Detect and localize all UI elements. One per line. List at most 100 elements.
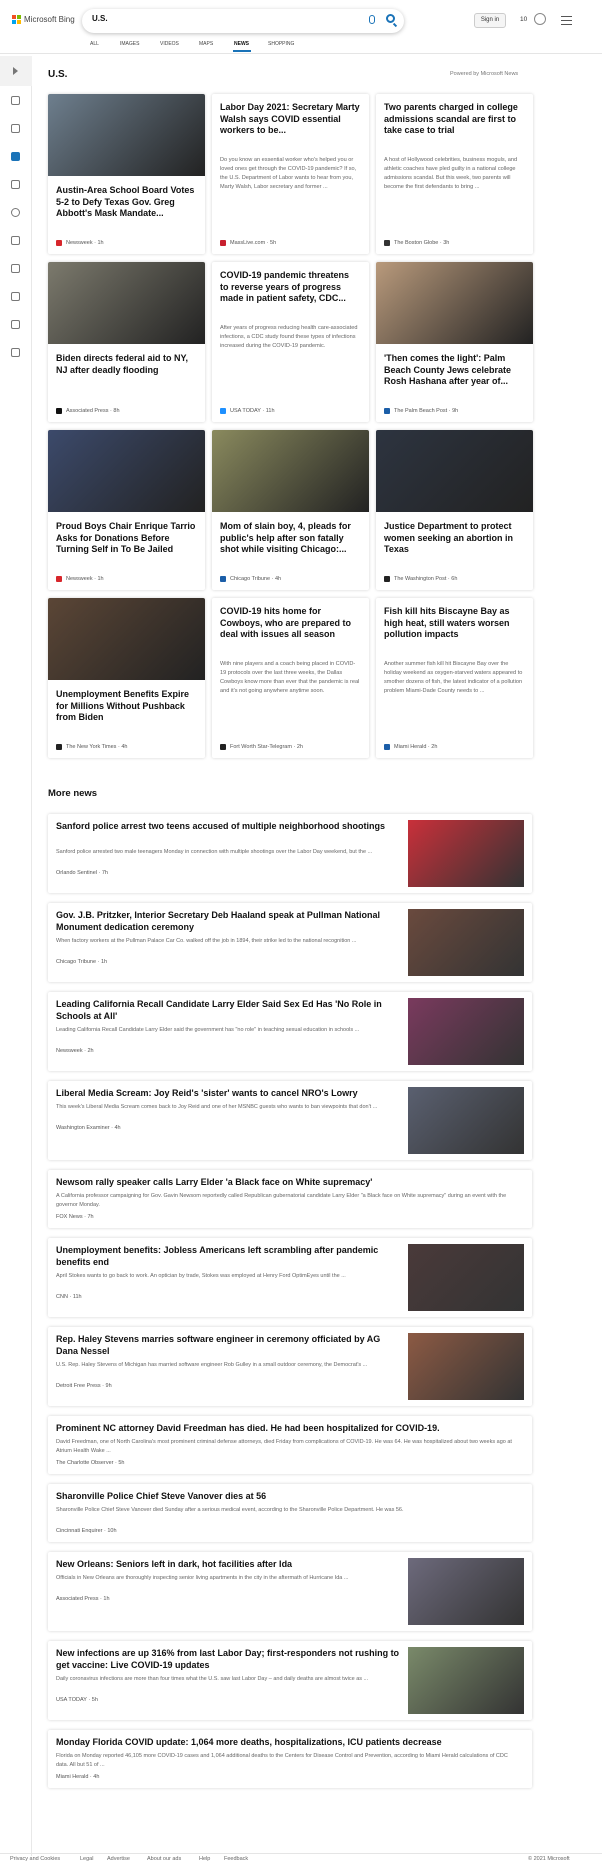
- more-news-item[interactable]: Sanford police arrest two teens accused …: [48, 814, 532, 893]
- more-news-image[interactable]: [408, 1647, 524, 1714]
- more-news-title-link[interactable]: Liberal Media Scream: Joy Reid's 'sister…: [56, 1087, 401, 1099]
- news-card-title[interactable]: 'Then comes the light': Palm Beach Count…: [384, 353, 524, 388]
- world-icon[interactable]: [11, 208, 20, 217]
- news-card-source[interactable]: The Boston Globe · 3h: [384, 240, 449, 246]
- news-card[interactable]: COVID-19 hits home for Cowboys, who are …: [212, 598, 369, 758]
- more-news-title-link[interactable]: Monday Florida COVID update: 1,064 more …: [56, 1736, 521, 1748]
- news-card-source[interactable]: Associated Press · 8h: [56, 408, 120, 414]
- more-news-source[interactable]: FOX News · 7h: [56, 1214, 94, 1220]
- footer-help-link[interactable]: Help: [199, 1856, 210, 1862]
- news-card-title[interactable]: Labor Day 2021: Secretary Marty Walsh sa…: [220, 102, 360, 137]
- more-news-source[interactable]: Orlando Sentinel · 7h: [56, 870, 108, 876]
- rewards-trophy-icon[interactable]: [534, 13, 546, 25]
- more-news-title-link[interactable]: Gov. J.B. Pritzker, Interior Secretary D…: [56, 909, 401, 933]
- more-news-source[interactable]: Chicago Tribune · 1h: [56, 959, 107, 965]
- footer-privacy-link[interactable]: Privacy and Cookies: [10, 1856, 60, 1862]
- more-news-source[interactable]: Washington Examiner · 4h: [56, 1125, 121, 1131]
- tab-images[interactable]: IMAGES: [120, 41, 139, 47]
- news-card-image[interactable]: [48, 262, 205, 344]
- news-card[interactable]: Unemployment Benefits Expire for Million…: [48, 598, 205, 758]
- news-card-source[interactable]: Fort Worth Star-Telegram · 2h: [220, 744, 303, 750]
- more-news-item[interactable]: New infections are up 316% from last Lab…: [48, 1641, 532, 1720]
- home-icon[interactable]: [11, 96, 20, 105]
- microphone-icon[interactable]: [369, 15, 375, 24]
- more-news-image[interactable]: [408, 1333, 524, 1400]
- menu-icon[interactable]: [561, 16, 572, 28]
- science-icon[interactable]: [11, 236, 20, 245]
- expand-sidebar-button[interactable]: [0, 56, 32, 86]
- news-card[interactable]: Austin-Area School Board Votes 5-2 to De…: [48, 94, 205, 254]
- search-icon[interactable]: [386, 14, 395, 23]
- news-card[interactable]: 'Then comes the light': Palm Beach Count…: [376, 262, 533, 422]
- more-news-image[interactable]: [408, 820, 524, 887]
- news-card-source[interactable]: Miami Herald · 2h: [384, 744, 437, 750]
- more-news-item[interactable]: Rep. Haley Stevens marries software engi…: [48, 1327, 532, 1406]
- news-card[interactable]: Fish kill hits Biscayne Bay as high heat…: [376, 598, 533, 758]
- more-news-item[interactable]: Monday Florida COVID update: 1,064 more …: [48, 1730, 532, 1788]
- news-card[interactable]: Labor Day 2021: Secretary Marty Walsh sa…: [212, 94, 369, 254]
- more-news-title-link[interactable]: Sanford police arrest two teens accused …: [56, 820, 401, 832]
- more-news-title-link[interactable]: New Orleans: Seniors left in dark, hot f…: [56, 1558, 401, 1570]
- news-card-image[interactable]: [48, 598, 205, 680]
- tab-shopping[interactable]: SHOPPING: [268, 41, 294, 47]
- more-news-title-link[interactable]: Newsom rally speaker calls Larry Elder '…: [56, 1176, 521, 1188]
- more-news-source[interactable]: Newsweek · 2h: [56, 1048, 94, 1054]
- news-card-title[interactable]: COVID-19 pandemic threatens to reverse y…: [220, 270, 360, 305]
- more-news-title-link[interactable]: Prominent NC attorney David Freedman has…: [56, 1422, 521, 1434]
- news-card-image[interactable]: [212, 430, 369, 512]
- us-flag-icon[interactable]: [11, 152, 20, 161]
- powered-by[interactable]: Powered by Microsoft News: [450, 71, 518, 77]
- footer-advertise-link[interactable]: Advertise: [107, 1856, 130, 1862]
- more-news-image[interactable]: [408, 1244, 524, 1311]
- news-card[interactable]: Two parents charged in college admission…: [376, 94, 533, 254]
- more-news-source[interactable]: Miami Herald · 4h: [56, 1774, 99, 1780]
- news-card-image[interactable]: [376, 262, 533, 344]
- news-card-image[interactable]: [48, 430, 205, 512]
- news-card[interactable]: Biden directs federal aid to NY, NJ afte…: [48, 262, 205, 422]
- more-news-title-link[interactable]: Leading California Recall Candidate Larr…: [56, 998, 401, 1022]
- more-news-item[interactable]: Unemployment benefits: Jobless Americans…: [48, 1238, 532, 1317]
- news-card-title[interactable]: Fish kill hits Biscayne Bay as high heat…: [384, 606, 524, 641]
- bing-logo[interactable]: Microsoft Bing: [12, 15, 75, 24]
- more-news-item[interactable]: Leading California Recall Candidate Larr…: [48, 992, 532, 1071]
- more-news-source[interactable]: Cincinnati Enquirer · 10h: [56, 1528, 117, 1534]
- more-news-item[interactable]: Sharonville Police Chief Steve Vanover d…: [48, 1484, 532, 1542]
- news-card-source[interactable]: The New York Times · 4h: [56, 744, 127, 750]
- news-card-title[interactable]: Unemployment Benefits Expire for Million…: [56, 689, 196, 724]
- more-news-item[interactable]: Prominent NC attorney David Freedman has…: [48, 1416, 532, 1474]
- news-card-image[interactable]: [376, 430, 533, 512]
- more-news-source[interactable]: The Charlotte Observer · 5h: [56, 1460, 124, 1466]
- more-news-title-link[interactable]: New infections are up 316% from last Lab…: [56, 1647, 401, 1671]
- news-card-source[interactable]: Newsweek · 1h: [56, 576, 104, 582]
- tab-all[interactable]: ALL: [90, 41, 99, 47]
- more-news-item[interactable]: Gov. J.B. Pritzker, Interior Secretary D…: [48, 903, 532, 982]
- more-news-image[interactable]: [408, 1087, 524, 1154]
- news-card-source[interactable]: The Washington Post · 6h: [384, 576, 457, 582]
- news-card[interactable]: Justice Department to protect women seek…: [376, 430, 533, 590]
- news-card-source[interactable]: USA TODAY · 11h: [220, 408, 275, 414]
- more-news-image[interactable]: [408, 909, 524, 976]
- news-card-source[interactable]: Chicago Tribune · 4h: [220, 576, 281, 582]
- search-box[interactable]: [82, 9, 404, 33]
- sign-in-button[interactable]: Sign in: [474, 13, 506, 28]
- news-card-title[interactable]: COVID-19 hits home for Cowboys, who are …: [220, 606, 360, 641]
- more-news-item[interactable]: Liberal Media Scream: Joy Reid's 'sister…: [48, 1081, 532, 1160]
- news-card-image[interactable]: [48, 94, 205, 176]
- politics-icon[interactable]: [11, 320, 20, 329]
- news-card-title[interactable]: Two parents charged in college admission…: [384, 102, 524, 137]
- tab-maps[interactable]: MAPS: [199, 41, 213, 47]
- money-icon[interactable]: [11, 348, 20, 357]
- more-news-title-link[interactable]: Sharonville Police Chief Steve Vanover d…: [56, 1490, 521, 1502]
- more-news-source[interactable]: Associated Press · 1h: [56, 1596, 110, 1602]
- more-news-title-link[interactable]: Unemployment benefits: Jobless Americans…: [56, 1244, 401, 1268]
- news-card-source[interactable]: The Palm Beach Post · 9h: [384, 408, 458, 414]
- news-card[interactable]: Proud Boys Chair Enrique Tarrio Asks for…: [48, 430, 205, 590]
- rocket-icon[interactable]: [11, 264, 20, 273]
- more-news-title-link[interactable]: Rep. Haley Stevens marries software engi…: [56, 1333, 401, 1357]
- news-card-title[interactable]: Biden directs federal aid to NY, NJ afte…: [56, 353, 196, 376]
- news-card-title[interactable]: Austin-Area School Board Votes 5-2 to De…: [56, 185, 196, 220]
- tab-videos[interactable]: VIDEOS: [160, 41, 179, 47]
- tab-news[interactable]: NEWS: [234, 41, 249, 47]
- footer-about-ads-link[interactable]: About our ads: [147, 1856, 181, 1862]
- news-card[interactable]: COVID-19 pandemic threatens to reverse y…: [212, 262, 369, 422]
